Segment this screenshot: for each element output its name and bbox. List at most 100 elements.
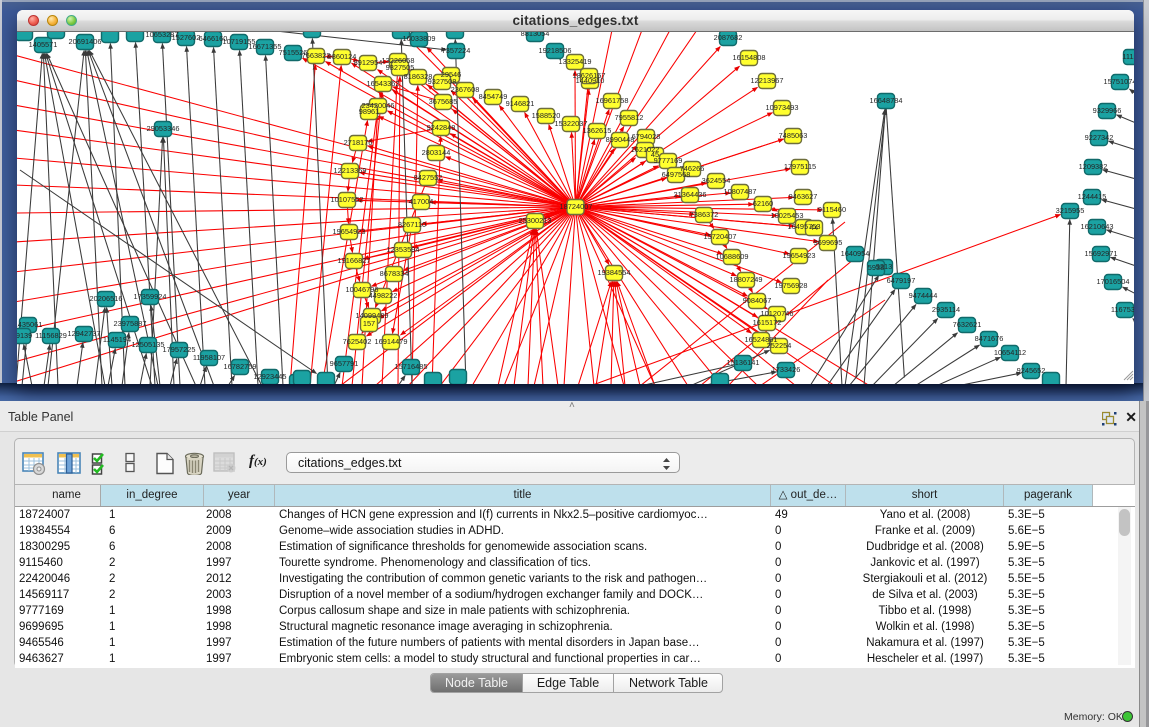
svg-text:9474444: 9474444 <box>909 291 938 300</box>
svg-text:746266: 746266 <box>680 164 705 173</box>
svg-text:2718176: 2718176 <box>344 138 373 147</box>
svg-text:16543362: 16543362 <box>367 79 400 88</box>
svg-text:19384554: 19384554 <box>598 268 631 277</box>
svg-text:6794028: 6794028 <box>632 132 661 141</box>
svg-text:1435061: 1435061 <box>17 320 42 329</box>
svg-text:6479197: 6479197 <box>887 276 916 285</box>
svg-text:29053346: 29053346 <box>147 124 180 133</box>
svg-text:1145194: 1145194 <box>103 335 131 344</box>
svg-text:3215955: 3215955 <box>1056 206 1085 215</box>
svg-text:5938: 5938 <box>868 263 884 272</box>
svg-text:9463627: 9463627 <box>789 192 818 201</box>
svg-text:7625402: 7625402 <box>343 337 372 346</box>
svg-text:417004: 417004 <box>409 197 434 206</box>
svg-text:9657791: 9657791 <box>330 359 359 368</box>
svg-text:8427552: 8427552 <box>414 173 443 182</box>
svg-text:2935114: 2935114 <box>932 305 960 314</box>
svg-text:8678334: 8678334 <box>380 269 409 278</box>
svg-text:3675685: 3675685 <box>429 97 458 106</box>
svg-text:13325419: 13325419 <box>559 57 592 66</box>
svg-text:2367608: 2367608 <box>451 85 480 94</box>
svg-text:17016504: 17016504 <box>1097 277 1130 286</box>
svg-text:19166827: 19166827 <box>338 256 371 265</box>
svg-text:12505135: 12505135 <box>132 340 165 349</box>
svg-text:1244415: 1244415 <box>1078 192 1107 201</box>
svg-text:12213369: 12213369 <box>334 166 367 175</box>
svg-text:7386372: 7386372 <box>690 210 719 219</box>
svg-text:19654923: 19654923 <box>333 227 366 236</box>
svg-text:20691406: 20691406 <box>69 37 102 46</box>
svg-text:1209382: 1209382 <box>1079 162 1108 171</box>
svg-text:1362615: 1362615 <box>583 126 612 135</box>
svg-text:16782759: 16782759 <box>224 362 257 371</box>
svg-text:7955812: 7955812 <box>615 113 644 122</box>
svg-text:8912954: 8912954 <box>354 58 383 67</box>
svg-text:20206516: 20206516 <box>90 294 123 303</box>
svg-text:7632621: 7632621 <box>953 320 982 329</box>
svg-text:7663822: 7663822 <box>302 51 331 60</box>
svg-text:9777169: 9777169 <box>654 156 683 165</box>
svg-text:7485063: 7485063 <box>779 131 808 140</box>
svg-text:12353594: 12353594 <box>387 245 420 254</box>
svg-text:16210643: 16210643 <box>1081 222 1114 231</box>
svg-text:10654112: 10654112 <box>994 348 1026 357</box>
svg-text:19654923: 19654923 <box>783 251 816 260</box>
svg-text:9227342: 9227342 <box>1085 133 1114 142</box>
svg-text:18724007: 18724007 <box>560 202 593 211</box>
svg-text:1405571: 1405571 <box>29 40 58 49</box>
svg-text:15716485: 15716485 <box>395 362 428 371</box>
svg-text:62160: 62160 <box>753 199 774 208</box>
svg-text:8454749: 8454749 <box>479 92 508 101</box>
svg-text:98961: 98961 <box>359 107 380 116</box>
svg-text:17957225: 17957225 <box>163 345 196 354</box>
svg-text:15720407: 15720407 <box>704 232 737 241</box>
svg-text:16154808: 16154808 <box>733 53 766 62</box>
svg-text:1733426: 1733426 <box>772 365 801 374</box>
svg-text:12942737: 12942737 <box>68 329 101 338</box>
svg-text:10807487: 10807487 <box>724 187 757 196</box>
svg-text:15136141: 15136141 <box>727 358 760 367</box>
svg-text:12923445: 12923445 <box>254 372 287 381</box>
svg-text:10025453: 10025453 <box>771 211 804 220</box>
svg-text:16648784: 16648784 <box>870 96 903 105</box>
svg-text:18626157: 18626157 <box>573 71 606 80</box>
svg-text:11156829: 11156829 <box>35 331 67 340</box>
svg-text:16033809: 16033809 <box>403 34 436 43</box>
svg-text:9242848: 9242848 <box>427 123 456 132</box>
svg-text:1527602: 1527602 <box>172 33 201 42</box>
svg-text:8471676: 8471676 <box>975 334 1004 343</box>
svg-text:9115460: 9115460 <box>818 205 846 214</box>
svg-text:9245652: 9245652 <box>1017 366 1046 375</box>
svg-text:10120746: 10120746 <box>761 309 794 318</box>
svg-text:9699695: 9699695 <box>814 238 843 247</box>
svg-text:2087682: 2087682 <box>714 33 743 42</box>
svg-text:10973493: 10973493 <box>766 103 799 112</box>
svg-text:9327505: 9327505 <box>386 63 415 72</box>
svg-text:18807249: 18807249 <box>730 275 763 284</box>
svg-text:23975887: 23975887 <box>114 319 147 328</box>
svg-text:39139: 39139 <box>17 331 32 340</box>
svg-text:252254: 252254 <box>767 341 792 350</box>
svg-text:16961758: 16961758 <box>596 96 629 105</box>
svg-text:3624554: 3624554 <box>702 176 731 185</box>
svg-text:157: 157 <box>363 319 375 328</box>
svg-text:19756928: 19756928 <box>775 281 808 290</box>
svg-text:12213967: 12213967 <box>751 76 784 85</box>
svg-text:44: 44 <box>810 223 818 232</box>
svg-text:8813054: 8813054 <box>521 32 550 38</box>
svg-text:17975115: 17975115 <box>784 162 816 171</box>
svg-text:2803144: 2803144 <box>422 148 451 157</box>
svg-text:10107552: 10107552 <box>331 195 364 204</box>
svg-text:19218506: 19218506 <box>539 46 572 55</box>
svg-text:15692971: 15692971 <box>1085 249 1118 258</box>
svg-text:8990448: 8990448 <box>606 135 635 144</box>
svg-text:11124: 11124 <box>1122 52 1134 61</box>
svg-text:7357224: 7357224 <box>442 46 471 55</box>
svg-text:16671355: 16671355 <box>249 42 282 51</box>
svg-text:9860124: 9860124 <box>328 52 357 61</box>
svg-text:4498222: 4498222 <box>369 291 398 300</box>
svg-text:21364436: 21364436 <box>674 190 707 199</box>
svg-text:9329966: 9329966 <box>1093 106 1122 115</box>
svg-text:8267110: 8267110 <box>398 220 426 229</box>
svg-text:1167533: 1167533 <box>1111 305 1134 314</box>
